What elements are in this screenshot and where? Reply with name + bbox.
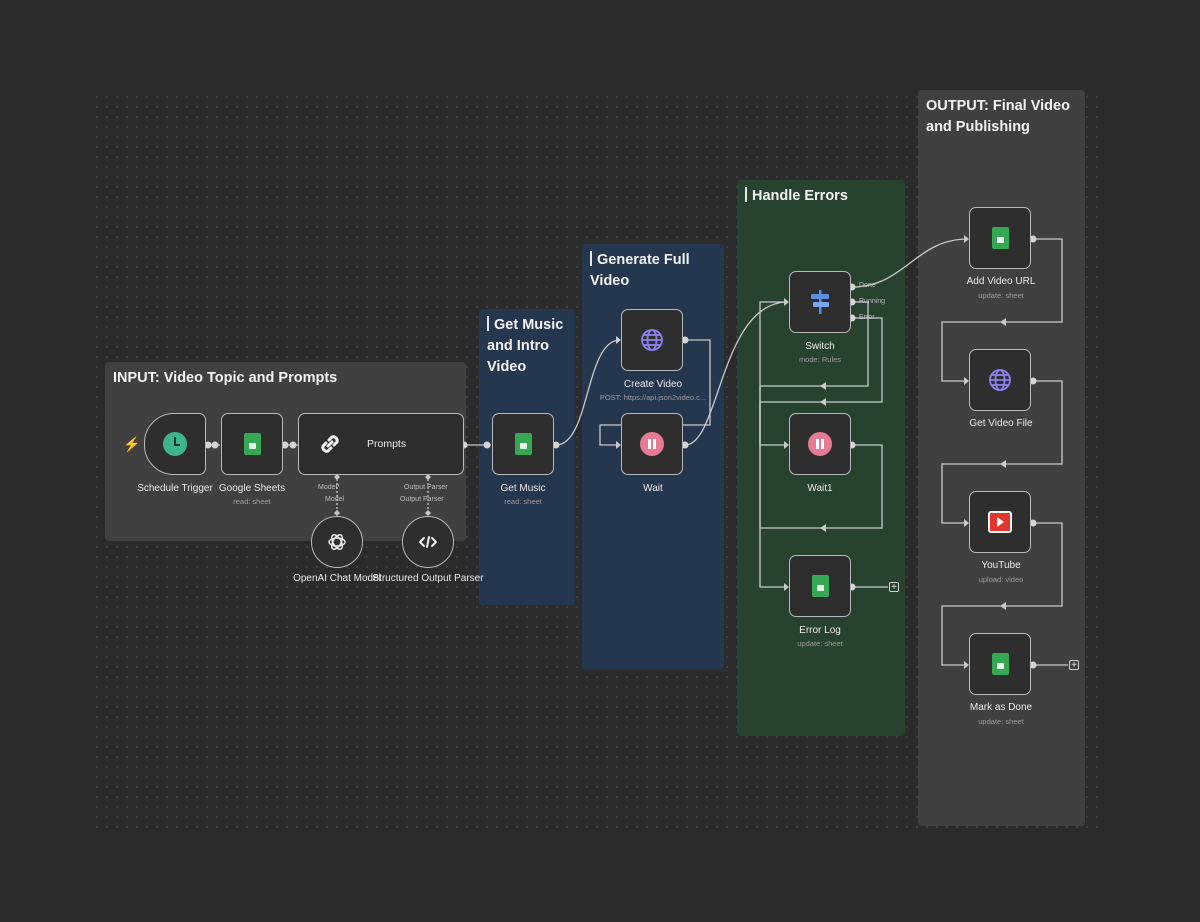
link-icon [321,435,339,453]
structured-output-parser-label: Structured Output Parser [372,573,484,584]
add-video-url-sub: update: sheet [978,291,1024,300]
switch-output-done: Done [859,282,876,289]
sheets-icon [991,227,1009,249]
create-video-sub: POST: https://api.json2video.c... [599,393,707,402]
youtube-label: YouTube [981,560,1021,571]
openai-chat-model-node[interactable] [311,516,363,568]
sheets-icon [991,653,1009,675]
error-log-node[interactable] [789,555,851,617]
google-sheets-label: Google Sheets [218,483,286,494]
add-node-after-error-log-button[interactable]: + [889,582,899,593]
get-music-sub: read: sheet [504,497,542,506]
sheets-icon [811,575,829,597]
globe-icon [989,369,1011,391]
globe-icon [641,329,663,351]
sheets-icon [243,433,261,455]
wait1-label: Wait1 [807,483,833,494]
switch-output-running: Running [859,298,886,305]
get-video-file-label: Get Video File [969,418,1033,429]
switch-node[interactable] [789,271,851,333]
mark-as-done-label: Mark as Done [969,702,1033,713]
add-node-after-mark-done-button[interactable]: + [1069,660,1079,671]
get-music-label: Get Music [500,483,546,494]
switch-sub: mode: Rules [798,355,842,364]
sheets-icon [514,433,532,455]
youtube-sub: upload: video [978,575,1024,584]
edge-wait-switch [684,301,789,446]
prompts-label: Prompts [367,438,407,450]
youtube-icon [988,511,1012,533]
openai-icon [328,534,346,550]
workflow-canvas[interactable]: INPUT: Video Topic and Prompts Get Music… [0,0,1200,922]
create-video-label: Create Video [623,379,683,390]
error-log-label: Error Log [799,625,841,636]
add-video-url-label: Add Video URL [966,276,1036,287]
mark-as-done-node[interactable] [969,633,1031,695]
pause-icon [808,432,832,456]
code-icon [419,536,437,548]
youtube-node[interactable] [969,491,1031,553]
switch-output-error: Error [859,314,875,321]
wait-label: Wait [643,483,663,494]
wait-node[interactable] [621,413,683,475]
prompts-node[interactable]: Prompts [298,413,464,475]
create-video-node[interactable] [621,309,683,371]
clock-icon [163,432,187,456]
google-sheets-sub: read: sheet [233,497,271,506]
structured-output-parser-node[interactable] [402,516,454,568]
prompts-parser-handle-label: Output Parser [404,484,448,491]
add-video-url-node[interactable] [969,207,1031,269]
parser-handle-label: Output Parser [400,496,444,503]
prompts-model-handle-label: Model* [318,484,340,491]
google-sheets-node[interactable] [221,413,283,475]
switch-label: Switch [805,341,835,352]
trigger-bolt-icon: ⚡ [123,436,141,452]
schedule-trigger-node[interactable] [144,413,206,475]
pause-icon [640,432,664,456]
openai-handle-label: Model [325,496,345,503]
wait1-node[interactable] [789,413,851,475]
get-video-file-node[interactable] [969,349,1031,411]
mark-as-done-sub: update: sheet [978,717,1024,726]
error-log-sub: update: sheet [797,639,843,648]
get-music-node[interactable] [492,413,554,475]
signpost-icon [811,290,829,314]
